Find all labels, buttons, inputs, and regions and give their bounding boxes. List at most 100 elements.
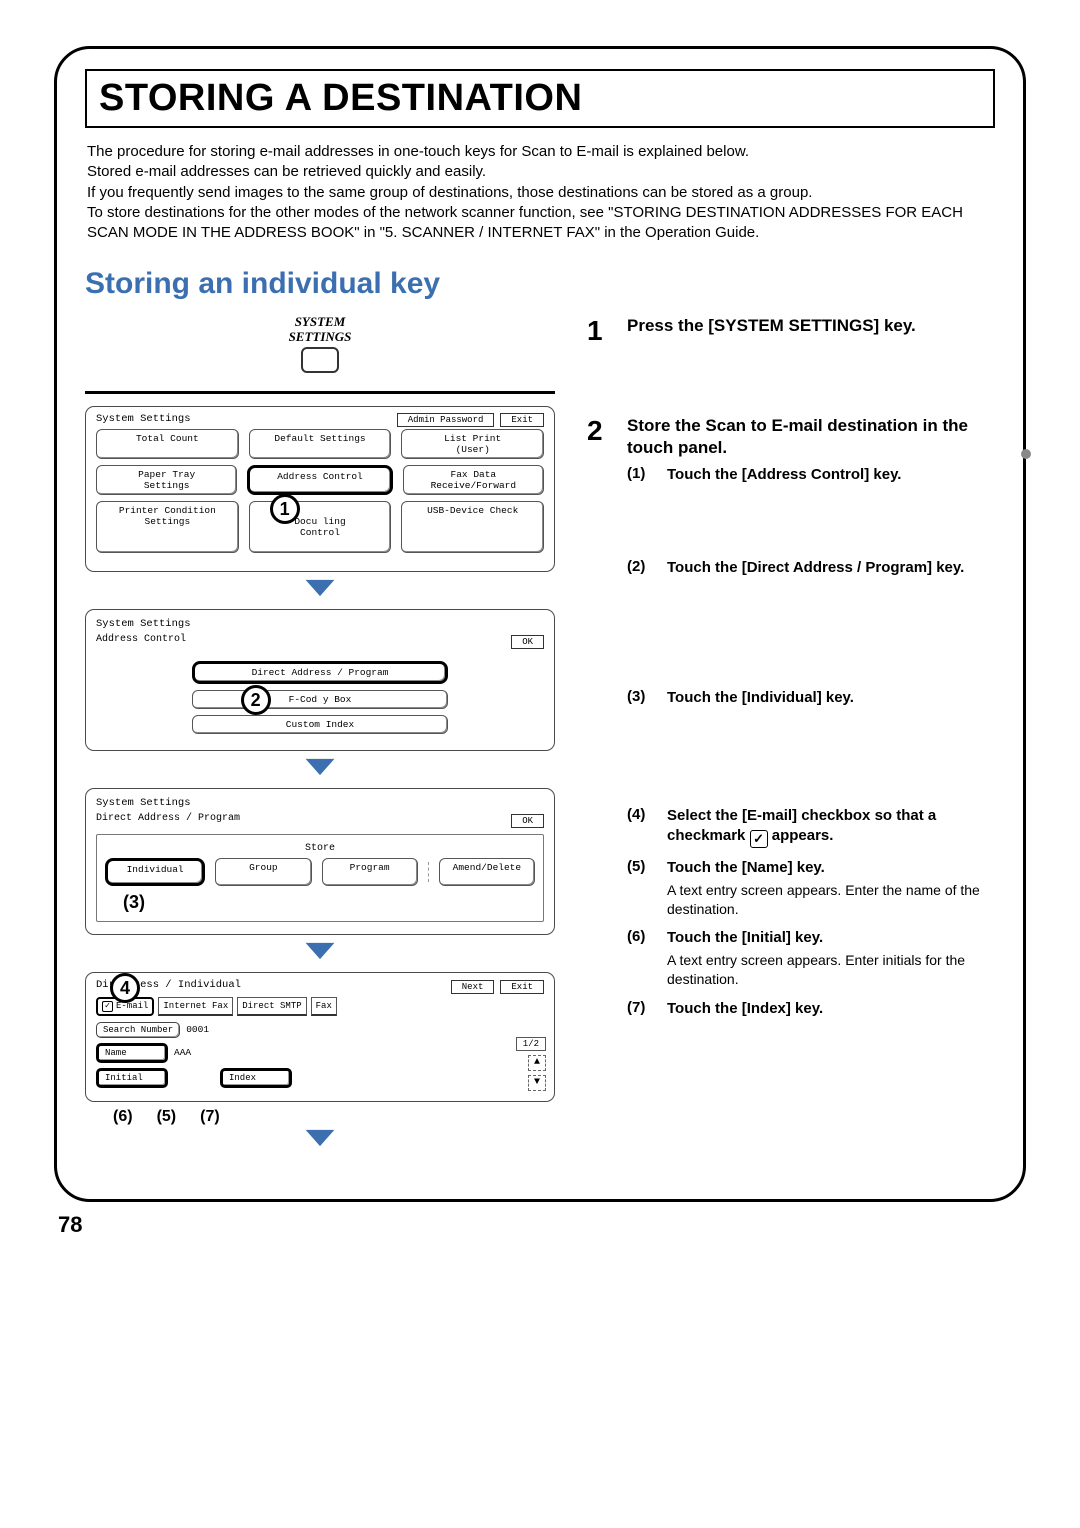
panel3-sub: Direct Address / Program	[96, 813, 240, 824]
page-number: 78	[58, 1212, 1026, 1238]
substep-7-text: Touch the [Index] key.	[667, 999, 995, 1019]
substep-5: (5) Touch the [Name] key. A text entry s…	[627, 858, 995, 918]
substep-4: (4) Select the [E-mail] checkbox so that…	[627, 806, 995, 848]
btn-usb-device-check[interactable]: USB-Device Check	[401, 501, 544, 553]
substep-5-lbl: (5)	[627, 858, 659, 918]
btn-index[interactable]: Index	[220, 1068, 292, 1088]
checkbox-email-icon: ✓	[102, 1001, 113, 1012]
btn-name[interactable]: Name	[96, 1043, 168, 1063]
tab-internet-fax[interactable]: Internet Fax	[158, 997, 233, 1016]
substep-2-text: Touch the [Direct Address / Program] key…	[667, 558, 995, 578]
page-title-box: STORING A DESTINATION	[85, 69, 995, 128]
page-indicator: 1/2	[516, 1037, 546, 1051]
substep-7: (7) Touch the [Index] key.	[627, 999, 995, 1019]
substep-7-lbl: (7)	[627, 999, 659, 1019]
btn-fcode-memory-box[interactable]: F-Cod y Box 2	[192, 690, 449, 709]
hardware-key-shape	[301, 347, 339, 373]
tab-email-label: E-mail	[116, 1001, 148, 1011]
btn-total-count[interactable]: Total Count	[96, 429, 239, 459]
step-2-number: 2	[587, 415, 613, 1029]
panel-direct-address-program: System Settings Direct Address / Program…	[85, 788, 555, 935]
substep-6-lbl: (6)	[627, 928, 659, 988]
panel1-admin-password[interactable]: Admin Password	[397, 413, 495, 427]
panel1-exit[interactable]: Exit	[500, 413, 544, 427]
right-column: 1 Press the [SYSTEM SETTINGS] key. 2 Sto…	[579, 315, 995, 1159]
btn-fax-data[interactable]: Fax Data Receive/Forward	[403, 465, 544, 495]
step-1: 1 Press the [SYSTEM SETTINGS] key.	[587, 315, 995, 347]
step-2-head: Store the Scan to E-mail destination in …	[627, 415, 995, 459]
down-arrow-icon	[85, 578, 555, 603]
substep-6: (6) Touch the [Initial] key. A text entr…	[627, 928, 995, 988]
substep-2: (2) Touch the [Direct Address / Program]…	[627, 558, 995, 578]
tab-fax[interactable]: Fax	[311, 997, 337, 1016]
substep-6-text: Touch the [Initial] key.	[667, 928, 995, 948]
panel2-header: System Settings	[96, 618, 544, 630]
panel2-sub: Address Control	[96, 634, 186, 645]
page-edge-dot	[1021, 449, 1031, 459]
step-1-number: 1	[587, 315, 613, 347]
btn-direct-address-program[interactable]: Direct Address / Program	[192, 661, 449, 684]
panel1-header: System Settings	[96, 413, 191, 425]
hardware-key-illustration: SYSTEM SETTINGS	[230, 315, 410, 373]
btn-group[interactable]: Group	[215, 858, 311, 886]
btn-address-control[interactable]: Address Control	[247, 465, 392, 495]
substep-4-text: Select the [E-mail] checkbox so that a c…	[667, 806, 995, 848]
under-markers: (6) (5) (7)	[85, 1108, 555, 1126]
btn-list-print[interactable]: List Print (User)	[401, 429, 544, 459]
btn-document-filing[interactable]: Docu ling Control 1	[249, 501, 392, 553]
callout-4: 4	[110, 973, 140, 1003]
step-2: 2 Store the Scan to E-mail destination i…	[587, 415, 995, 1029]
btn-amend-delete[interactable]: Amend/Delete	[439, 858, 535, 886]
btn-individual[interactable]: Individual	[105, 858, 205, 886]
substep-1: (1) Touch the [Address Control] key.	[627, 465, 995, 485]
panel-system-settings-main: System Settings Admin Password Exit Tota…	[85, 406, 555, 572]
btn-default-settings[interactable]: Default Settings	[249, 429, 392, 459]
down-arrow-icon	[85, 941, 555, 966]
panel4-exit[interactable]: Exit	[500, 980, 544, 994]
panel4-next[interactable]: Next	[451, 980, 495, 994]
page-title: STORING A DESTINATION	[99, 77, 981, 120]
substep-5-text: Touch the [Name] key.	[667, 858, 995, 878]
step-1-head: Press the [SYSTEM SETTINGS] key.	[627, 315, 995, 337]
callout-2: 2	[241, 685, 271, 715]
btn-fcode-label: F-Cod y Box	[289, 694, 352, 705]
down-arrow-icon	[85, 757, 555, 782]
store-label: Store	[105, 841, 535, 854]
panel4-header: Dir ddress / Individual 4	[96, 979, 241, 991]
substep-4-lbl: (4)	[627, 806, 659, 848]
btn-search-number[interactable]: Search Number	[96, 1022, 180, 1038]
panel3-ok[interactable]: OK	[511, 814, 544, 828]
btn-document-filing-label: Docu ling Control	[294, 516, 345, 538]
callout-1: 1	[270, 494, 300, 524]
substep-5-desc: A text entry screen appears. Enter the n…	[667, 881, 995, 919]
substep-3-lbl: (3)	[627, 688, 659, 708]
section-title: Storing an individual key	[85, 267, 995, 301]
left-column: SYSTEM SETTINGS System Settings Admin Pa…	[85, 315, 555, 1159]
panel3-header: System Settings	[96, 797, 544, 809]
intro-paragraph: The procedure for storing e-mail address…	[85, 142, 995, 257]
substep-6-desc: A text entry screen appears. Enter initi…	[667, 951, 995, 989]
substep-1-lbl: (1)	[627, 465, 659, 485]
under-6: (6)	[113, 1108, 133, 1126]
btn-program[interactable]: Program	[322, 858, 418, 886]
btn-initial[interactable]: Initial	[96, 1068, 168, 1088]
substep-1-text: Touch the [Address Control] key.	[667, 465, 995, 485]
callout-3-under: (3)	[105, 892, 535, 913]
separator-line	[85, 391, 555, 394]
hw-label-bottom: SETTINGS	[289, 329, 352, 344]
checkmark-icon: ✓	[750, 830, 768, 848]
substep-2-lbl: (2)	[627, 558, 659, 578]
val-name: AAA	[174, 1047, 191, 1058]
tab-direct-smtp[interactable]: Direct SMTP	[237, 997, 306, 1016]
hw-label-top: SYSTEM	[295, 314, 346, 329]
under-5: (5)	[157, 1108, 177, 1126]
panel-individual: Dir ddress / Individual 4 Next Exit ✓ E-…	[85, 972, 555, 1102]
panel2-ok[interactable]: OK	[511, 635, 544, 649]
substep-3: (3) Touch the [Individual] key.	[627, 688, 995, 708]
scroll-down-icon[interactable]: ▼	[528, 1075, 546, 1091]
btn-custom-index[interactable]: Custom Index	[192, 715, 449, 734]
scroll-up-icon[interactable]: ▲	[528, 1055, 546, 1071]
substep-3-text: Touch the [Individual] key.	[667, 688, 995, 708]
btn-printer-condition[interactable]: Printer Condition Settings	[96, 501, 239, 553]
btn-paper-tray[interactable]: Paper Tray Settings	[96, 465, 237, 495]
